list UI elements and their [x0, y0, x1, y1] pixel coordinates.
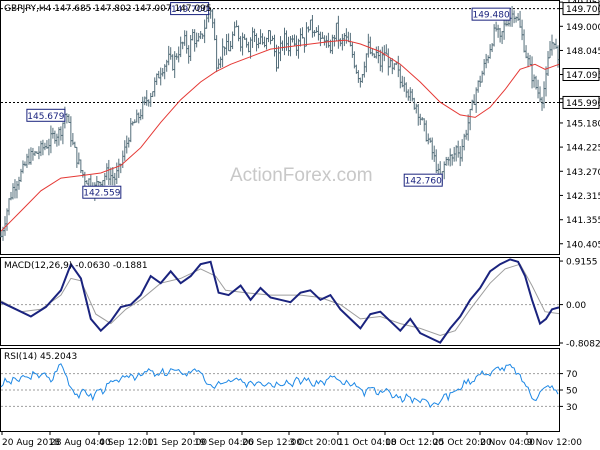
x-tick-label: 9 Nov 12:00 — [527, 438, 582, 448]
moving-average-line — [0, 39, 560, 232]
rsi-y-axis: 70 50 30 — [560, 370, 578, 413]
price-ohlc-bars — [0, 5, 560, 241]
price-title: GBPJPY,H4 147.685 147.802 147.007 147.09… — [4, 4, 212, 14]
rsi-y-tick-label: 50 — [566, 387, 578, 397]
y-tick-label: 140.405 — [566, 240, 600, 250]
price-label: 142.559 — [82, 185, 122, 199]
y-tick-label: 149.000 — [566, 23, 600, 33]
y-tick-label: 145.180 — [566, 119, 600, 129]
x-tick-label: 4 Sep 12:00 — [99, 438, 154, 448]
price-label: 149.480 — [471, 7, 511, 21]
price-label: 145.679 — [26, 108, 66, 122]
x-tick-label: 3 Oct 20:00 — [289, 438, 342, 448]
y-tick-label: 145.990 — [566, 99, 600, 109]
y-tick-label: 144.225 — [566, 144, 600, 154]
macd-panel: MACD(12,26,9) -0.0630 -0.1881 0.9155 0.00… — [0, 257, 600, 350]
rsi-line — [0, 363, 559, 409]
price-label-text: 142.559 — [83, 189, 120, 199]
rsi-y-tick-label: 70 — [566, 370, 578, 380]
macd-y-tick-label: 0.00 — [566, 301, 586, 311]
watermark: ActionForex.com — [230, 165, 373, 186]
price-label-text: 145.679 — [27, 112, 64, 122]
macd-line — [0, 258, 560, 344]
macd-y-tick-label: 0.9155 — [566, 258, 598, 268]
x-axis: 20 Aug 201828 Aug 04:004 Sep 12:0011 Sep… — [1, 431, 582, 448]
rsi-title: RSI(14) 45.2043 — [4, 352, 77, 362]
price-label: 142.760 — [403, 173, 443, 187]
y-tick-label: 148.045 — [566, 47, 600, 57]
price-label-text: 149.480 — [472, 11, 509, 21]
chart-canvas: ActionForex.com 145.679 142.559 149.700 142… — [0, 0, 600, 448]
y-tick-label: 149.700 — [566, 5, 600, 15]
price-panel: ActionForex.com 145.679 142.559 149.700 142… — [0, 0, 600, 255]
y-tick-label: 147.095 — [566, 71, 600, 81]
macd-title: MACD(12,26,9) -0.0630 -0.1881 — [4, 261, 148, 271]
macd-y-axis: 0.9155 0.00 -0.8082 — [560, 258, 600, 350]
price-y-axis: 149.955149.700149.000148.045147.095146.1… — [560, 0, 600, 250]
y-tick-label: 141.355 — [566, 216, 600, 226]
y-tick-label: 143.270 — [566, 168, 600, 178]
macd-y-tick-label: -0.8082 — [566, 340, 600, 350]
rsi-panel: RSI(14) 45.2043 70 50 30 — [0, 348, 578, 432]
rsi-y-tick-label: 30 — [566, 403, 578, 413]
price-label-text: 142.760 — [405, 177, 442, 187]
y-tick-label: 142.315 — [566, 192, 600, 202]
